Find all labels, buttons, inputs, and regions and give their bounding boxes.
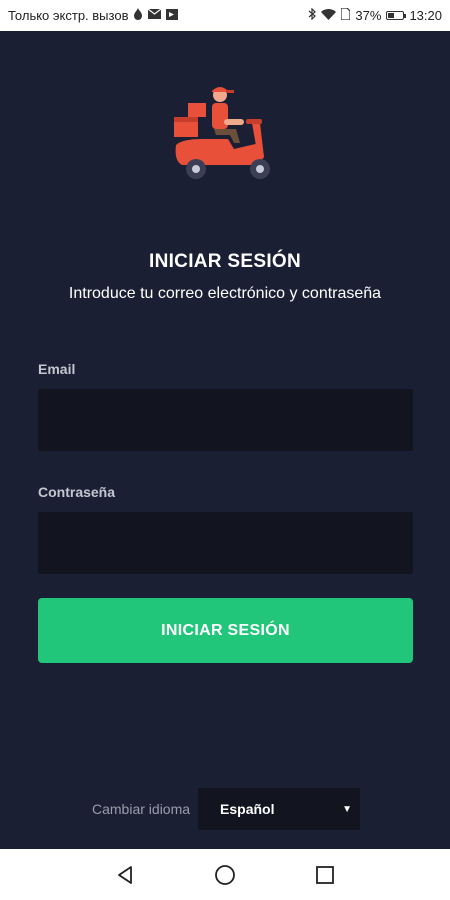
delivery-scooter-logo	[168, 83, 280, 185]
mail-icon	[148, 8, 162, 22]
email-field[interactable]	[38, 389, 413, 451]
password-field[interactable]	[38, 512, 413, 574]
password-label: Contraseña	[38, 484, 116, 500]
login-button[interactable]: INICIAR SESIÓN	[38, 598, 413, 663]
page-title: INICIAR SESIÓN	[149, 251, 301, 272]
flame-icon	[133, 8, 143, 23]
navigation-bar	[0, 849, 450, 900]
cast-icon	[166, 8, 179, 23]
language-selected-value: Español	[220, 801, 275, 817]
carrier-text: Только экстр. вызов	[8, 8, 129, 23]
home-icon[interactable]	[175, 864, 275, 886]
email-label: Email	[38, 361, 76, 377]
wifi-icon	[321, 8, 337, 23]
status-right: 37% 13:20	[308, 7, 442, 23]
language-select[interactable]: Español ▼	[198, 788, 361, 830]
battery-icon	[386, 11, 407, 20]
sim-icon	[340, 7, 352, 23]
page-subtitle: Introduce tu correo electrónico y contra…	[68, 285, 382, 302]
battery-percent: 37%	[355, 8, 382, 23]
language-label: Cambiar idioma	[92, 801, 191, 817]
status-bar: Только экстр. вызов 37% 13:20	[0, 0, 450, 31]
language-row: Cambiar idioma Español ▼	[92, 788, 361, 830]
clock: 13:20	[409, 8, 442, 23]
login-screen: INICIAR SESIÓN Introduce tu correo elect…	[0, 31, 450, 849]
status-left: Только экстр. вызов	[8, 8, 179, 23]
recents-icon[interactable]	[275, 865, 375, 884]
bluetooth-icon	[308, 7, 317, 23]
dropdown-arrow-icon: ▼	[342, 803, 353, 815]
back-icon[interactable]	[75, 865, 175, 885]
